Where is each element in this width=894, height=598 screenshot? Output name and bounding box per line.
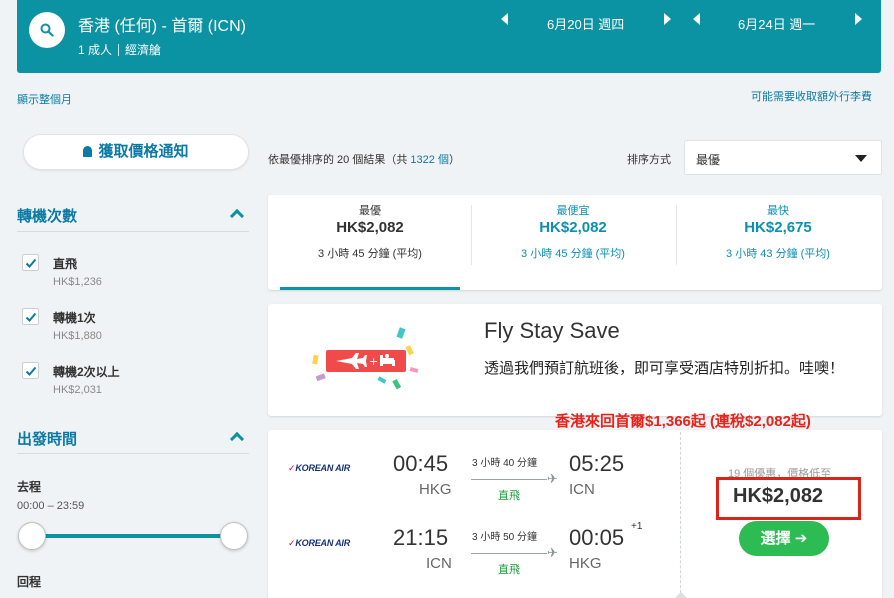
outbound-depart-time: 00:45 bbox=[393, 451, 449, 476]
stops-one-checkbox[interactable] bbox=[22, 308, 39, 325]
return-stops: 直飛 bbox=[498, 564, 520, 576]
results-count: 依最優排序的 20 個結果（共 1322 個） bbox=[268, 151, 460, 167]
tab-cheapest-price: HK$2,082 bbox=[539, 219, 607, 236]
outbound-arrive-time: 05:25 bbox=[569, 451, 625, 476]
return-depart-code: ICN bbox=[426, 555, 452, 572]
results-prefix: 依最優排序的 20 個結果（共 bbox=[268, 154, 408, 166]
divider bbox=[471, 205, 472, 265]
flight-price: HK$2,082 bbox=[733, 485, 824, 507]
checkmark-icon bbox=[25, 312, 37, 322]
depart-date-prev-icon[interactable] bbox=[501, 13, 508, 25]
return-duration: 3 小時 50 分鐘 bbox=[472, 532, 538, 543]
show-whole-month-link[interactable]: 顯示整個月 bbox=[17, 91, 72, 107]
tab-best-title: 最優 bbox=[359, 205, 381, 217]
search-icon bbox=[40, 23, 54, 37]
tab-fastest-title: 最快 bbox=[767, 205, 789, 217]
airline-name: KOREAN AIR bbox=[295, 538, 351, 548]
tab-fastest-duration: 3 小時 43 分鐘 (平均) bbox=[726, 248, 830, 260]
airline-name: KOREAN AIR bbox=[295, 463, 351, 473]
chevron-up-icon[interactable] bbox=[229, 208, 245, 224]
sort-value: 最優 bbox=[696, 153, 721, 167]
cabin-class: 經濟艙 bbox=[125, 43, 162, 57]
sort-tabs-card: 最優 HK$2,082 3 小時 45 分鐘 (平均) 最便宜 HK$2,082… bbox=[268, 195, 882, 290]
checkmark-icon bbox=[25, 366, 37, 376]
depart-date-next-icon[interactable] bbox=[664, 13, 671, 25]
depart-date[interactable]: 6月20日 週四 bbox=[547, 14, 624, 33]
results-total: 1322 個 bbox=[410, 154, 449, 166]
price-promo-banner: 香港來回首爾$1,366起 (連稅$2,082起) bbox=[555, 413, 811, 430]
tab-best-price: HK$2,082 bbox=[336, 219, 404, 236]
sort-dropdown[interactable]: 最優 bbox=[684, 140, 882, 175]
stops-direct-checkbox[interactable] bbox=[22, 254, 39, 271]
checkmark-icon bbox=[25, 258, 37, 268]
stops-one-price: HK$1,880 bbox=[53, 330, 102, 342]
search-summary-bar[interactable]: 香港 (任何) - 首爾 (ICN) 1 成人 經濟艙 6月20日 週四 6月24… bbox=[17, 0, 881, 73]
outbound-depart-code: HKG bbox=[419, 481, 452, 498]
return-date-next-icon[interactable] bbox=[855, 13, 862, 25]
stops-two-plus-checkbox[interactable] bbox=[22, 362, 39, 379]
return-route-line bbox=[471, 553, 547, 554]
day-offset-badge: +1 bbox=[631, 521, 643, 532]
outbound-arrive-code: ICN bbox=[569, 481, 595, 498]
outbound-time-slider-track[interactable] bbox=[32, 534, 234, 538]
stops-one-label: 轉機1次 bbox=[53, 311, 96, 325]
return-arrive-time: 00:05 bbox=[569, 525, 625, 550]
return-label: 回程 bbox=[17, 575, 42, 589]
chevron-up-icon[interactable] bbox=[229, 431, 245, 447]
divider bbox=[17, 453, 249, 454]
stops-two-plus-label: 轉機2次以上 bbox=[53, 365, 120, 379]
stops-direct-label: 直飛 bbox=[53, 257, 78, 271]
trip-details: 1 成人 經濟艙 bbox=[78, 41, 161, 58]
airline-logo-outbound: ✓KOREAN AIR bbox=[288, 463, 351, 473]
tab-fastest[interactable]: 最快 HK$2,675 3 小時 43 分鐘 (平均) bbox=[678, 195, 878, 285]
outbound-route-line bbox=[471, 479, 547, 480]
tab-best[interactable]: 最優 HK$2,082 3 小時 45 分鐘 (平均) bbox=[280, 195, 460, 285]
results-suffix: ） bbox=[448, 154, 460, 166]
outbound-slider-min-handle[interactable] bbox=[18, 522, 46, 550]
stops-two-plus-price: HK$2,031 bbox=[53, 384, 102, 396]
tab-best-duration: 3 小時 45 分鐘 (平均) bbox=[318, 248, 422, 260]
return-date[interactable]: 6月24日 週一 bbox=[738, 14, 815, 33]
price-alert-button[interactable]: 獲取價格通知 bbox=[23, 134, 249, 170]
outbound-slider-max-handle[interactable] bbox=[220, 522, 248, 550]
route-title: 香港 (任何) - 首爾 (ICN) bbox=[78, 18, 246, 35]
return-depart-time: 21:15 bbox=[393, 525, 449, 550]
outbound-duration: 3 小時 40 分鐘 bbox=[472, 458, 538, 469]
divider bbox=[118, 44, 120, 56]
tab-cheapest-duration: 3 小時 45 分鐘 (平均) bbox=[521, 248, 625, 260]
tab-cheapest-title: 最便宜 bbox=[556, 205, 590, 217]
return-arrive-code: HKG bbox=[569, 555, 602, 572]
passenger-count: 1 成人 bbox=[78, 43, 113, 57]
price-alert-label: 獲取價格通知 bbox=[98, 143, 189, 160]
chevron-down-icon bbox=[855, 155, 867, 162]
tab-cheapest[interactable]: 最便宜 HK$2,082 3 小時 45 分鐘 (平均) bbox=[473, 195, 673, 285]
search-button[interactable] bbox=[29, 12, 65, 48]
divider bbox=[680, 432, 681, 598]
airplane-icon: ✈ bbox=[547, 471, 558, 486]
select-flight-button[interactable]: 選擇 ➔ bbox=[739, 521, 829, 556]
baggage-fee-link[interactable]: 可能需要收取額外行李費 bbox=[751, 88, 872, 104]
promo-title: Fly Stay Save bbox=[484, 318, 620, 343]
stops-direct-price: HK$1,236 bbox=[53, 276, 102, 288]
fly-stay-save-card[interactable]: + Fly Stay Save 透過我們預訂航班後，即可享受酒店特別折扣。哇噢！ bbox=[268, 304, 882, 416]
expand-details-icon[interactable] bbox=[675, 592, 687, 598]
airplane-icon: ✈ bbox=[547, 545, 558, 560]
svg-text:+: + bbox=[369, 355, 378, 368]
bell-icon bbox=[83, 146, 93, 157]
active-tab-indicator bbox=[280, 287, 460, 290]
airline-logo-return: ✓KOREAN AIR bbox=[288, 538, 351, 548]
tab-fastest-price: HK$2,675 bbox=[744, 219, 812, 236]
promo-text: 透過我們預訂航班後，即可享受酒店特別折扣。哇噢！ bbox=[484, 360, 845, 377]
divider bbox=[17, 231, 249, 232]
outbound-label: 去程 bbox=[17, 480, 42, 494]
outbound-time-range: 00:00 – 23:59 bbox=[17, 500, 85, 512]
sort-label: 排序方式 bbox=[627, 154, 671, 166]
departure-times-title[interactable]: 出發時間 bbox=[17, 428, 77, 449]
return-date-prev-icon[interactable] bbox=[693, 13, 700, 25]
outbound-stops: 直飛 bbox=[498, 490, 520, 502]
flight-hotel-icon: + bbox=[312, 327, 419, 390]
stops-filter-title[interactable]: 轉機次數 bbox=[17, 205, 77, 226]
divider bbox=[676, 205, 677, 265]
